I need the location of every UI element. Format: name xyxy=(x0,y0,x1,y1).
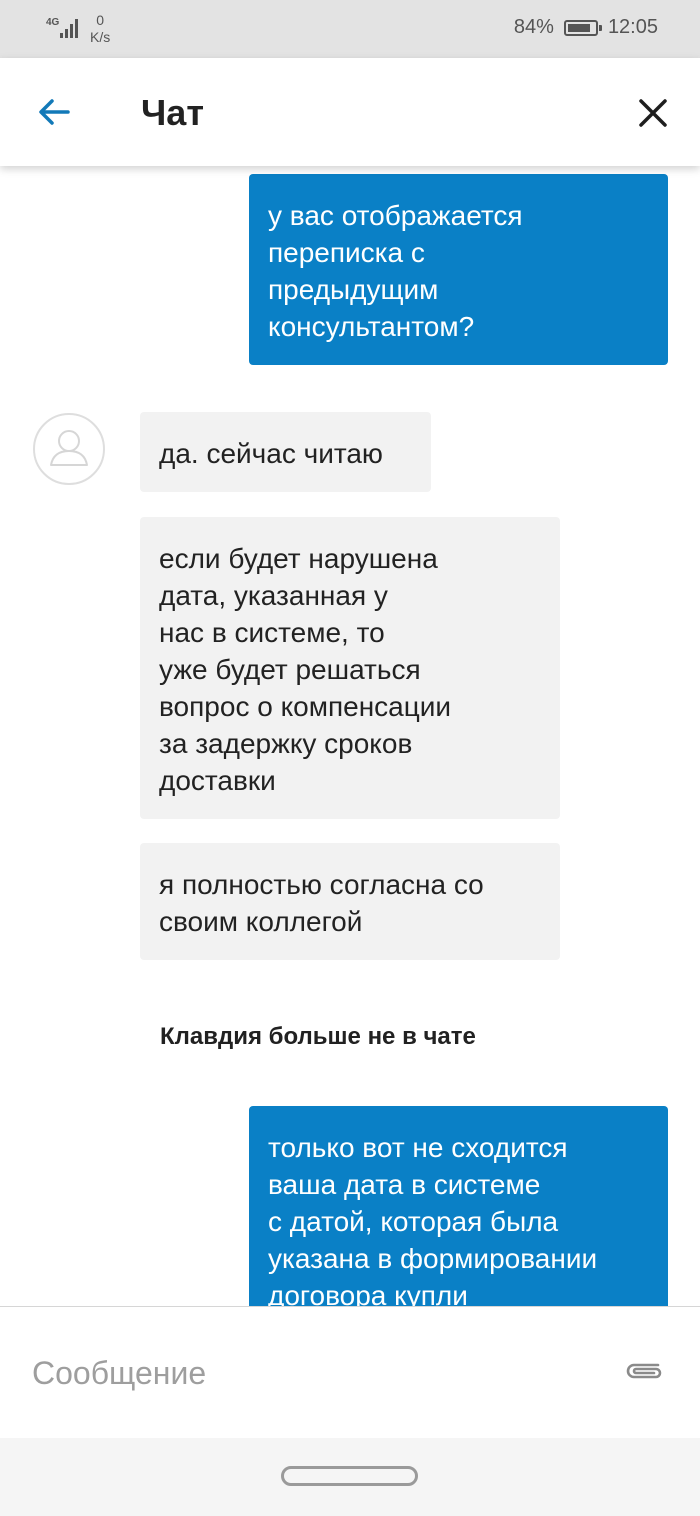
attach-button[interactable] xyxy=(622,1355,666,1385)
network-speed: 0 K/s xyxy=(90,12,110,46)
clock: 12:05 xyxy=(607,16,658,38)
status-bar: 4G 0 K/s 84% 12:05 xyxy=(0,0,700,58)
chat-header: Чат xyxy=(0,58,700,166)
network-type-label: 4G xyxy=(46,17,60,28)
close-icon xyxy=(639,99,667,127)
system-note: Клавдия больше не в чате xyxy=(160,1023,476,1050)
agent-avatar xyxy=(33,413,105,485)
battery-percent: 84% xyxy=(513,16,554,38)
paperclip-icon xyxy=(626,1363,662,1379)
user-icon xyxy=(50,430,88,466)
message-input[interactable] xyxy=(32,1343,592,1403)
close-button[interactable] xyxy=(636,96,670,130)
message-list[interactable]: у вас отображается переписка с предыдущи… xyxy=(0,166,700,1306)
status-right: 84% 12:05 xyxy=(514,16,658,39)
system-nav-bar xyxy=(0,1438,700,1516)
signal-icon: 4G xyxy=(46,17,78,38)
arrow-left-icon xyxy=(39,99,70,125)
battery-level xyxy=(567,23,590,32)
composer xyxy=(0,1306,700,1439)
message-incoming: если будет нарушена дата, указанная у на… xyxy=(140,517,560,819)
home-gesture-bar[interactable] xyxy=(281,1466,418,1486)
message-outgoing: у вас отображается переписка с предыдущи… xyxy=(249,174,668,365)
network-speed-unit: K/s xyxy=(90,29,111,45)
back-button[interactable] xyxy=(36,94,72,130)
message-outgoing: только вот не сходится ваша дата в систе… xyxy=(249,1106,668,1306)
message-incoming: да. сейчас читаю xyxy=(140,412,431,492)
network-speed-value: 0 xyxy=(96,12,105,28)
battery-icon xyxy=(563,19,602,36)
page-title: Чат xyxy=(141,92,204,133)
message-incoming: я полностью согласна со своим коллегой xyxy=(140,843,560,960)
